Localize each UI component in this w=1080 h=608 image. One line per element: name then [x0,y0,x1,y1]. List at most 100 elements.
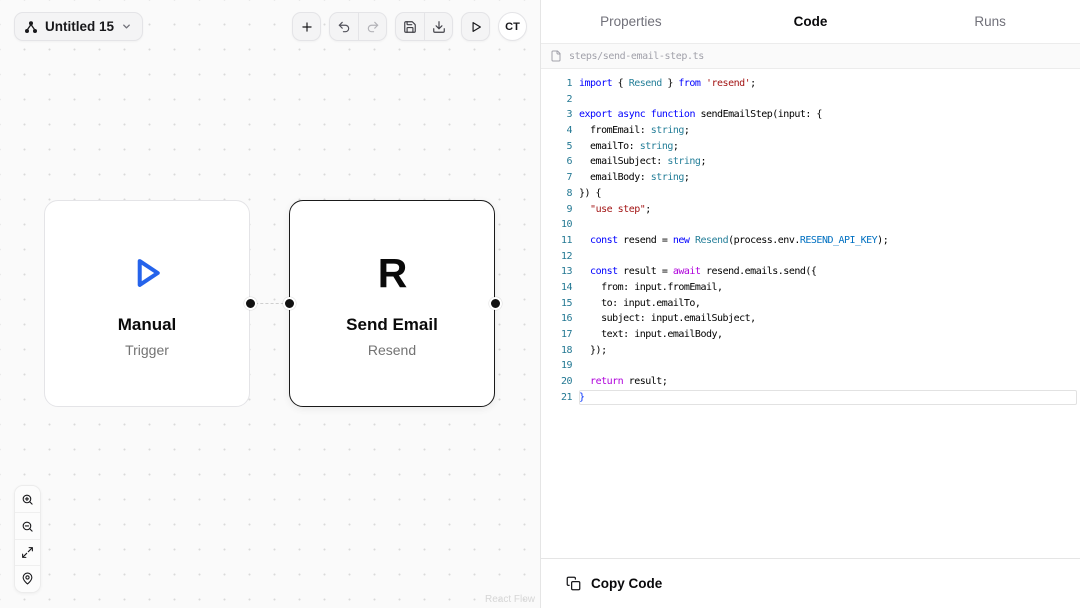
code-text: fromEmail: string; [579,123,1080,139]
plus-icon [300,20,314,34]
code-line: 14 from: input.fromEmail, [541,280,1080,296]
code-line: 18 }); [541,343,1080,359]
code-line: 21} [541,390,1080,406]
line-number: 14 [541,280,572,296]
undo-button[interactable] [330,13,358,40]
workflow-icon [24,20,38,34]
resend-logo: R [378,250,407,296]
code-text [579,217,1080,233]
line-number: 21 [541,390,572,406]
code-text: to: input.emailTo, [579,296,1080,312]
code-text: return result; [579,374,1080,390]
inspector-panel: Properties Code Runs steps/send-email-st… [540,0,1080,608]
code-line: 9 "use step"; [541,202,1080,218]
play-icon [469,20,483,34]
redo-button[interactable] [358,13,386,40]
workflow-name-button[interactable]: Untitled 15 [14,12,143,41]
zoom-in-button[interactable] [15,486,40,512]
line-number: 15 [541,296,572,312]
code-text: const resend = new Resend(process.env.RE… [579,233,1080,249]
code-text: }); [579,343,1080,359]
code-line: 8 }) { [541,186,1080,202]
add-node-button[interactable] [292,12,321,41]
line-number: 5 [541,139,572,155]
file-path-bar: steps/send-email-step.ts [541,44,1080,69]
fit-view-icon [21,546,34,559]
panel-tabs: Properties Code Runs [541,0,1080,44]
tab-runs[interactable]: Runs [900,0,1080,43]
save-icon [403,20,417,34]
line-number: 17 [541,327,572,343]
code-text: emailTo: string; [579,139,1080,155]
app: Untitled 15 [0,0,1080,608]
react-flow-attribution: React Flow [485,594,535,605]
locate-button[interactable] [15,565,40,591]
code-text: emailBody: string; [579,170,1080,186]
line-number: 4 [541,123,572,139]
pin-icon [21,572,34,585]
code-text: import { Resend } from 'resend'; [579,76,1080,92]
code-text [579,358,1080,374]
line-number: 13 [541,264,572,280]
code-line: 6 emailSubject: string; [541,154,1080,170]
node-handle-source-manual[interactable] [244,297,257,310]
line-number: 11 [541,233,572,249]
tab-properties[interactable]: Properties [541,0,721,43]
code-line: 2 [541,92,1080,108]
line-number: 18 [541,343,572,359]
file-button-group [395,12,453,41]
line-number: 20 [541,374,572,390]
code-line: 15 to: input.emailTo, [541,296,1080,312]
fit-view-button[interactable] [15,539,40,565]
copy-code-label: Copy Code [591,576,662,591]
code-line: 11 const resend = new Resend(process.env… [541,233,1080,249]
code-line: 13 const result = await resend.emails.se… [541,264,1080,280]
download-button[interactable] [424,13,452,40]
run-workflow-button[interactable] [461,12,490,41]
node-handle-source-sendemail[interactable] [489,297,502,310]
user-avatar[interactable]: CT [498,12,527,41]
save-button[interactable] [396,13,424,40]
line-number: 1 [541,76,572,92]
line-number: 6 [541,154,572,170]
undo-icon [337,20,351,34]
trigger-play-icon [124,250,170,296]
history-button-group [329,12,387,41]
code-line: 1 import { Resend } from 'resend'; [541,76,1080,92]
code-text: subject: input.emailSubject, [579,311,1080,327]
chevron-down-icon [121,21,132,32]
code-line: 16 subject: input.emailSubject, [541,311,1080,327]
code-line: 12 [541,249,1080,265]
tab-code[interactable]: Code [721,0,901,43]
line-number: 3 [541,107,572,123]
code-text: } [579,390,1077,406]
code-text: }) { [579,186,1080,202]
node-send-email[interactable]: R Send Email Resend [289,200,495,407]
node-manual-trigger[interactable]: Manual Trigger [44,200,250,407]
line-number: 9 [541,202,572,218]
code-text: text: input.emailBody, [579,327,1080,343]
line-number: 16 [541,311,572,327]
line-number: 8 [541,186,572,202]
node-title: Send Email [346,315,438,335]
line-number: 10 [541,217,572,233]
copy-code-button[interactable]: Copy Code [541,558,1080,608]
download-icon [432,20,446,34]
code-line: 4 fromEmail: string; [541,123,1080,139]
code-text: export async function sendEmailStep(inpu… [579,107,1080,123]
code-line: 19 [541,358,1080,374]
code-line: 5 emailTo: string; [541,139,1080,155]
zoom-out-button[interactable] [15,512,40,538]
file-path: steps/send-email-step.ts [569,51,704,62]
file-icon [550,50,562,62]
node-subtitle: Resend [368,342,416,358]
code-line: 20 return result; [541,374,1080,390]
code-line: 7 emailBody: string; [541,170,1080,186]
code-line: 10 [541,217,1080,233]
code-editor[interactable]: 1 import { Resend } from 'resend'; 23 expor… [541,69,1080,558]
flow-canvas[interactable]: Untitled 15 [0,0,540,608]
node-handle-target-sendemail[interactable] [283,297,296,310]
line-number: 2 [541,92,572,108]
code-text: emailSubject: string; [579,154,1080,170]
line-number: 12 [541,249,572,265]
